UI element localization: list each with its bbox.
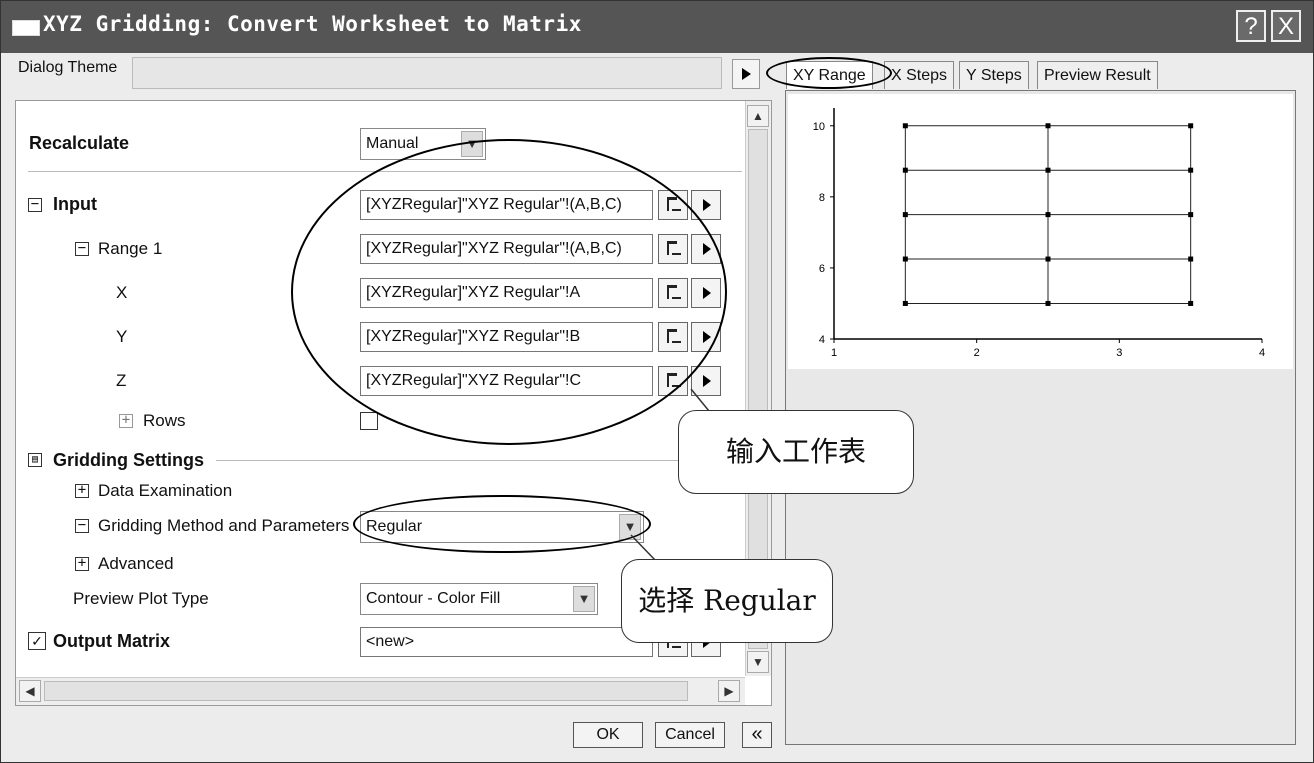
preview-plot-type-label: Preview Plot Type (73, 589, 209, 608)
horizontal-scroll-thumb[interactable] (44, 681, 688, 701)
xy-range-plot: 1 2 3 4 4 6 8 10 (813, 108, 1265, 359)
collapse-input-icon[interactable]: − (28, 197, 42, 212)
gridding-settings-label: Gridding Settings (53, 450, 204, 470)
collapse-panel-button[interactable]: « (742, 722, 772, 748)
x-tick-label: 2 (974, 347, 980, 359)
tab-highlight-ellipse (766, 57, 892, 89)
output-matrix-label: Output Matrix (53, 631, 170, 651)
play-arrow-icon (703, 199, 711, 211)
expand-data-examination-icon[interactable]: + (75, 483, 89, 498)
scroll-right-icon[interactable]: ▶ (718, 680, 740, 702)
x-tick-label: 1 (831, 347, 837, 359)
data-examination-label: Data Examination (98, 481, 233, 500)
grid-point (902, 256, 908, 262)
grid-point (1045, 123, 1051, 129)
collapse-range1-icon[interactable]: − (75, 241, 89, 256)
grid-point (902, 123, 908, 129)
gridding-settings-group-icon[interactable]: ▤ (28, 453, 42, 467)
chevron-down-icon[interactable]: ▼ (573, 586, 595, 612)
input-label: Input (53, 194, 97, 214)
grid-point (902, 212, 908, 218)
scroll-down-icon[interactable]: ▼ (747, 651, 769, 673)
dialog-window: XYZ Gridding: Convert Worksheet to Matri… (0, 0, 1314, 763)
output-matrix-field[interactable]: <new> (360, 627, 653, 657)
z-label: Z (116, 371, 127, 390)
scroll-left-icon[interactable]: ◀ (19, 680, 41, 702)
grid-point (1188, 167, 1194, 173)
play-arrow-icon (703, 375, 711, 387)
scroll-up-icon[interactable]: ▲ (747, 105, 769, 127)
grid-point (902, 300, 908, 306)
grid-point (1188, 123, 1194, 129)
play-arrow-icon (742, 68, 751, 80)
grid-point (1188, 300, 1194, 306)
ok-button[interactable]: OK (573, 722, 643, 748)
x-label: X (116, 283, 128, 302)
help-button[interactable]: ? (1236, 10, 1266, 42)
advanced-label: Advanced (98, 554, 174, 573)
y-tick-label: 6 (819, 263, 825, 275)
window-title: XYZ Gridding: Convert Worksheet to Matri… (43, 12, 582, 36)
title-bar[interactable]: XYZ Gridding: Convert Worksheet to Matri… (1, 1, 1313, 53)
y-tick-label: 10 (813, 121, 825, 133)
collapse-gridding-method-icon[interactable]: − (75, 518, 89, 533)
grid-point (1188, 256, 1194, 262)
separator (216, 460, 686, 461)
grid-point (1045, 167, 1051, 173)
select-regular-callout: 选择 Regular (621, 559, 833, 643)
dialog-theme-menu-button[interactable] (732, 59, 760, 89)
tab-x-steps[interactable]: X Steps (884, 61, 955, 89)
gridding-method-label: Gridding Method and Parameters (98, 516, 350, 535)
y-tick-label: 8 (819, 192, 825, 204)
grid-point (1045, 300, 1051, 306)
rows-label: Rows (143, 411, 186, 430)
tab-y-steps[interactable]: Y Steps (959, 61, 1029, 89)
preview-plot-type-value: Contour - Color Fill (366, 590, 501, 607)
range1-label: Range 1 (98, 239, 163, 258)
horizontal-scrollbar[interactable]: ◀ ▶ (16, 677, 745, 705)
output-matrix-checkbox[interactable]: ✓ (28, 632, 46, 650)
tab-preview-result[interactable]: Preview Result (1037, 61, 1158, 89)
cancel-button[interactable]: Cancel (655, 722, 725, 748)
x-tick-label: 3 (1116, 347, 1122, 359)
expand-rows-icon[interactable]: + (119, 413, 133, 428)
recalculate-label: Recalculate (29, 133, 130, 153)
input-worksheet-callout: 输入工作表 (678, 410, 914, 494)
preview-plot: 1 2 3 4 4 6 8 10 (788, 94, 1293, 369)
preview-plot-type-select[interactable]: Contour - Color Fill ▼ (360, 583, 598, 615)
grid-point (902, 167, 908, 173)
dialog-theme-label: Dialog Theme (18, 59, 118, 76)
method-highlight-ellipse (353, 495, 651, 553)
recalculate-value: Manual (366, 135, 419, 152)
input-highlight-ellipse (291, 139, 727, 445)
close-button[interactable]: X (1271, 10, 1301, 42)
grid-point (1045, 256, 1051, 262)
window-icon (12, 20, 40, 36)
x-tick-label: 4 (1259, 347, 1265, 359)
y-tick-label: 4 (819, 334, 825, 346)
rows-checkbox[interactable] (360, 412, 378, 430)
grid-point (1188, 212, 1194, 218)
y-label: Y (116, 327, 128, 346)
expand-advanced-icon[interactable]: + (75, 556, 89, 571)
dialog-theme-field[interactable] (132, 57, 722, 89)
grid-point (1045, 212, 1051, 218)
